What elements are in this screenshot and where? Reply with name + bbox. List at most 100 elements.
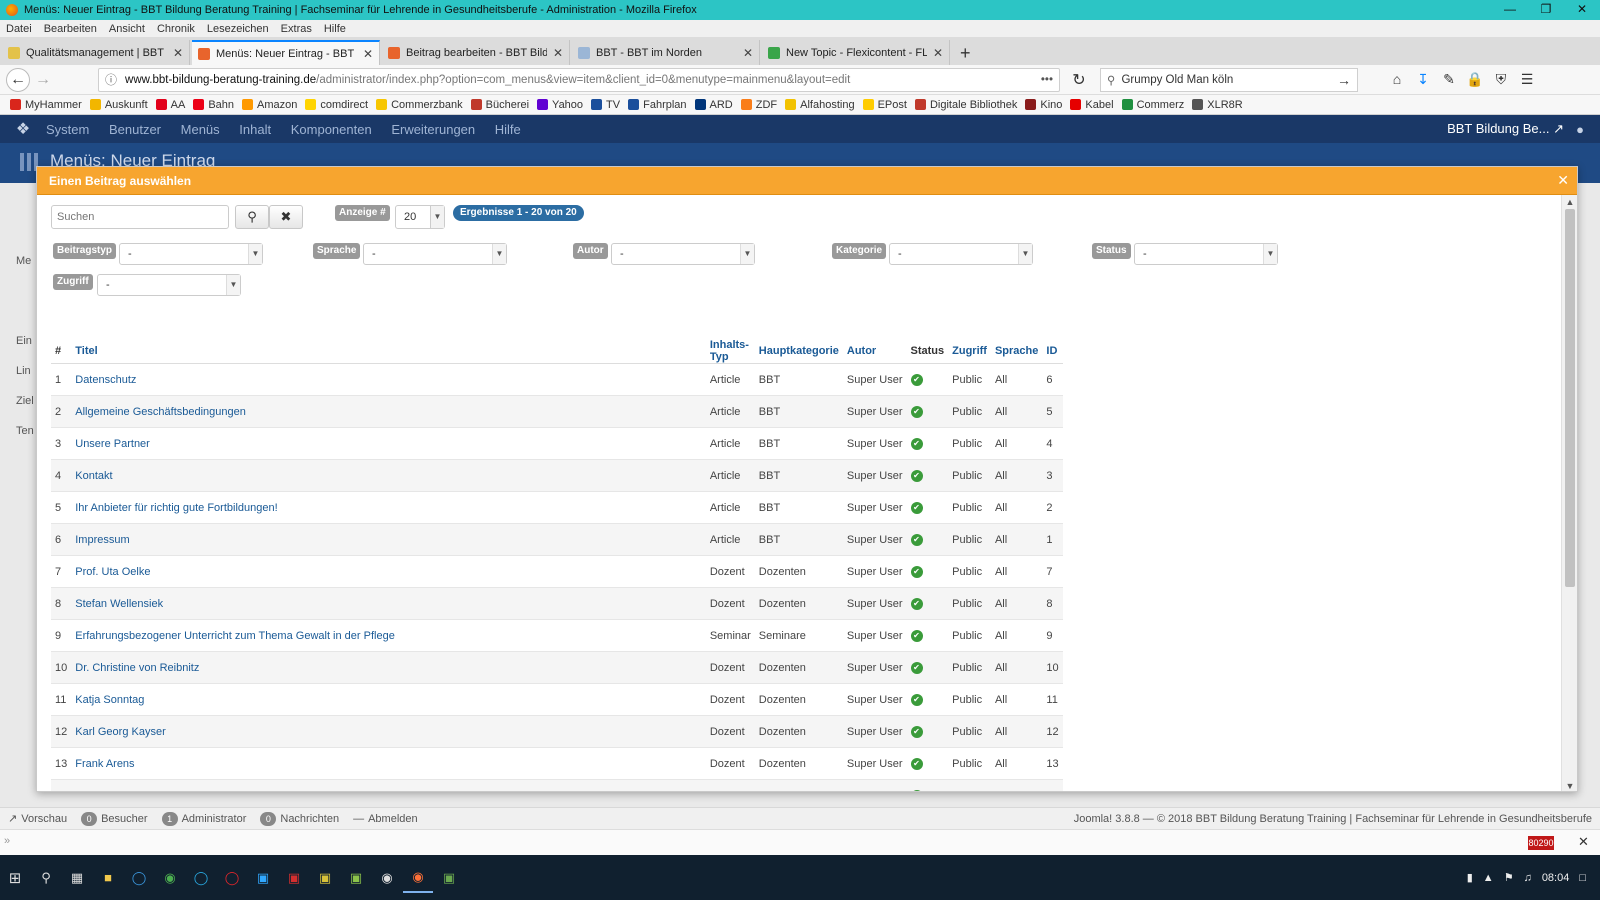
- column-header-titel[interactable]: Titel: [71, 339, 706, 364]
- battery-icon[interactable]: ▮: [1467, 871, 1473, 884]
- lock-icon[interactable]: 🔒: [1462, 71, 1488, 88]
- close-window-button[interactable]: ✕: [1564, 0, 1600, 20]
- bookmark-tv[interactable]: TV: [591, 99, 620, 111]
- bookmark-zdf[interactable]: ZDF: [740, 99, 777, 111]
- forward-button[interactable]: →: [30, 68, 56, 92]
- windows-start-icon[interactable]: ⊞: [0, 863, 30, 893]
- joomla-menu-benutzer[interactable]: Benutzer: [109, 122, 161, 137]
- column-header-zugriff[interactable]: Zugriff: [948, 339, 991, 364]
- browser-tab-2[interactable]: Menüs: Neuer Eintrag - BBT Bil ✕: [192, 40, 380, 65]
- tab-close-icon[interactable]: ✕: [553, 46, 563, 60]
- internet-explorer-icon[interactable]: ◯: [186, 863, 216, 893]
- shield-icon[interactable]: ⛨: [1488, 71, 1514, 88]
- article-title-link[interactable]: Erfahrungsbezogener Unterricht zum Thema…: [71, 619, 706, 652]
- menu-extras[interactable]: Extras: [281, 23, 312, 35]
- column-header-autor[interactable]: Autor: [842, 339, 907, 364]
- bookmark-kabel[interactable]: Kabel: [1070, 99, 1114, 111]
- app-taskbar-icon[interactable]: ▣: [434, 863, 464, 893]
- admin-link[interactable]: 1 Administrator: [161, 811, 246, 826]
- bookmark-fahrplan[interactable]: Fahrplan: [628, 99, 687, 111]
- bookmark-auskunft[interactable]: Auskunft: [89, 99, 148, 111]
- search-input[interactable]: [51, 205, 229, 229]
- bookmark-digitale-bibliothek[interactable]: Digitale Bibliothek: [914, 99, 1017, 111]
- volume-icon[interactable]: ♫: [1524, 872, 1532, 884]
- bookmark-commerzbank[interactable]: Commerzbank: [376, 99, 463, 111]
- browser-tab-1[interactable]: Qualitätsmanagement | BBT Bil ✕: [2, 40, 190, 65]
- taskbar-search-icon[interactable]: ⚲: [31, 863, 61, 893]
- article-title-link[interactable]: Kontakt: [71, 459, 706, 492]
- bookmark-ard[interactable]: ARD: [694, 99, 733, 111]
- action-center-icon[interactable]: □: [1579, 872, 1586, 884]
- firefox-taskbar-icon[interactable]: ◉: [403, 863, 433, 893]
- menu-datei[interactable]: Datei: [6, 23, 32, 35]
- tools-icon[interactable]: ✎: [1436, 71, 1462, 88]
- file-explorer-icon[interactable]: ■: [93, 863, 123, 893]
- tab-close-icon[interactable]: ✕: [933, 46, 943, 60]
- bookmark-myhammer[interactable]: MyHammer: [10, 99, 82, 111]
- article-title-link[interactable]: Unsere Partner: [71, 427, 706, 460]
- double-chevron-icon[interactable]: »: [4, 835, 10, 847]
- column-header-hauptkategorie[interactable]: Hauptkategorie: [754, 339, 843, 364]
- menu-bearbeiten[interactable]: Bearbeiten: [44, 23, 97, 35]
- article-title-link[interactable]: Praxisbegleitung konkret – Varianten zur…: [71, 779, 706, 791]
- article-title-link[interactable]: Ihr Anbieter für richtig gute Fortbildun…: [71, 491, 706, 524]
- bookmark-amazon[interactable]: Amazon: [242, 99, 297, 111]
- tab-close-icon[interactable]: ✕: [173, 46, 183, 60]
- search-go-icon[interactable]: →: [1337, 72, 1351, 88]
- filter-select-autor[interactable]: - ▼: [611, 243, 755, 265]
- findbar-close-icon[interactable]: ✕: [1578, 834, 1589, 850]
- opera-icon[interactable]: ◯: [217, 863, 247, 893]
- edge-icon[interactable]: ◯: [124, 863, 154, 893]
- search-bar[interactable]: ⚲ Grumpy Old Man köln →: [1100, 67, 1358, 92]
- logout-link[interactable]: — Abmelden: [353, 813, 418, 825]
- bookmark-comdirect[interactable]: comdirect: [305, 99, 368, 111]
- scroll-thumb[interactable]: [1565, 209, 1575, 587]
- url-bar[interactable]: ⓘ www.bbt-bildung-beratung-training.de/a…: [98, 67, 1060, 92]
- minimize-button[interactable]: —: [1492, 0, 1528, 20]
- bookmark-yahoo[interactable]: Yahoo: [537, 99, 583, 111]
- joomla-logo-icon[interactable]: ❖: [0, 119, 46, 139]
- bookmark-commerz[interactable]: Commerz: [1121, 99, 1184, 111]
- joomla-menu-hilfe[interactable]: Hilfe: [495, 122, 521, 137]
- menu-hilfe[interactable]: Hilfe: [324, 23, 346, 35]
- home-icon[interactable]: ⌂: [1384, 71, 1410, 88]
- search-value[interactable]: Grumpy Old Man köln: [1121, 74, 1337, 86]
- task-view-icon[interactable]: ▦: [62, 863, 92, 893]
- filter-select-kategorie[interactable]: - ▼: [889, 243, 1033, 265]
- joomla-menu-komponenten[interactable]: Komponenten: [291, 122, 372, 137]
- browser-tab-5[interactable]: New Topic - Flexicontent - FLE ✕: [762, 40, 950, 65]
- messages-link[interactable]: 0 Nachrichten: [260, 811, 339, 826]
- network-icon[interactable]: ▲: [1483, 872, 1494, 884]
- search-button[interactable]: ⚲: [235, 205, 269, 229]
- bookmark-kino[interactable]: Kino: [1025, 99, 1062, 111]
- fireworks-icon[interactable]: ▣: [310, 863, 340, 893]
- bookmark-bahn[interactable]: Bahn: [193, 99, 234, 111]
- article-title-link[interactable]: Allgemeine Geschäftsbedingungen: [71, 395, 706, 428]
- url-text[interactable]: www.bbt-bildung-beratung-training.de/adm…: [125, 74, 1035, 86]
- joomla-menu-inhalt[interactable]: Inhalt: [239, 122, 271, 137]
- menu-lesezeichen[interactable]: Lesezeichen: [207, 23, 269, 35]
- column-header-inhalts-typ[interactable]: Inhalts-Typ: [705, 339, 755, 364]
- article-title-link[interactable]: Datenschutz: [71, 363, 706, 396]
- modal-scrollbar[interactable]: ▲ ▼: [1561, 195, 1577, 791]
- chrome-icon[interactable]: ◉: [155, 863, 185, 893]
- bookmark-aa[interactable]: AA: [155, 99, 185, 111]
- display-count-select[interactable]: 20 ▼: [395, 205, 445, 229]
- hamburger-menu-icon[interactable]: ☰: [1514, 71, 1540, 88]
- article-title-link[interactable]: Stefan Wellensiek: [71, 587, 706, 620]
- filter-select-status[interactable]: - ▼: [1134, 243, 1278, 265]
- download-icon[interactable]: ↧: [1410, 71, 1436, 88]
- filter-select-beitragstyp[interactable]: - ▼: [119, 243, 263, 265]
- site-info-icon[interactable]: ⓘ: [105, 71, 117, 88]
- bookmark-alfahosting[interactable]: Alfahosting: [785, 99, 855, 111]
- filter-select-sprache[interactable]: - ▼: [363, 243, 507, 265]
- article-title-link[interactable]: Prof. Uta Oelke: [71, 555, 706, 588]
- scroll-down-icon[interactable]: ▼: [1562, 781, 1577, 791]
- modal-close-icon[interactable]: ✕: [1557, 172, 1569, 189]
- column-header-id[interactable]: ID: [1042, 339, 1063, 364]
- article-title-link[interactable]: Dr. Christine von Reibnitz: [71, 651, 706, 684]
- bookmark-b-cherei[interactable]: Bücherei: [470, 99, 529, 111]
- bookmark-epost[interactable]: EPost: [862, 99, 907, 111]
- photoshop-icon[interactable]: ▣: [248, 863, 278, 893]
- filezilla-icon[interactable]: ▣: [279, 863, 309, 893]
